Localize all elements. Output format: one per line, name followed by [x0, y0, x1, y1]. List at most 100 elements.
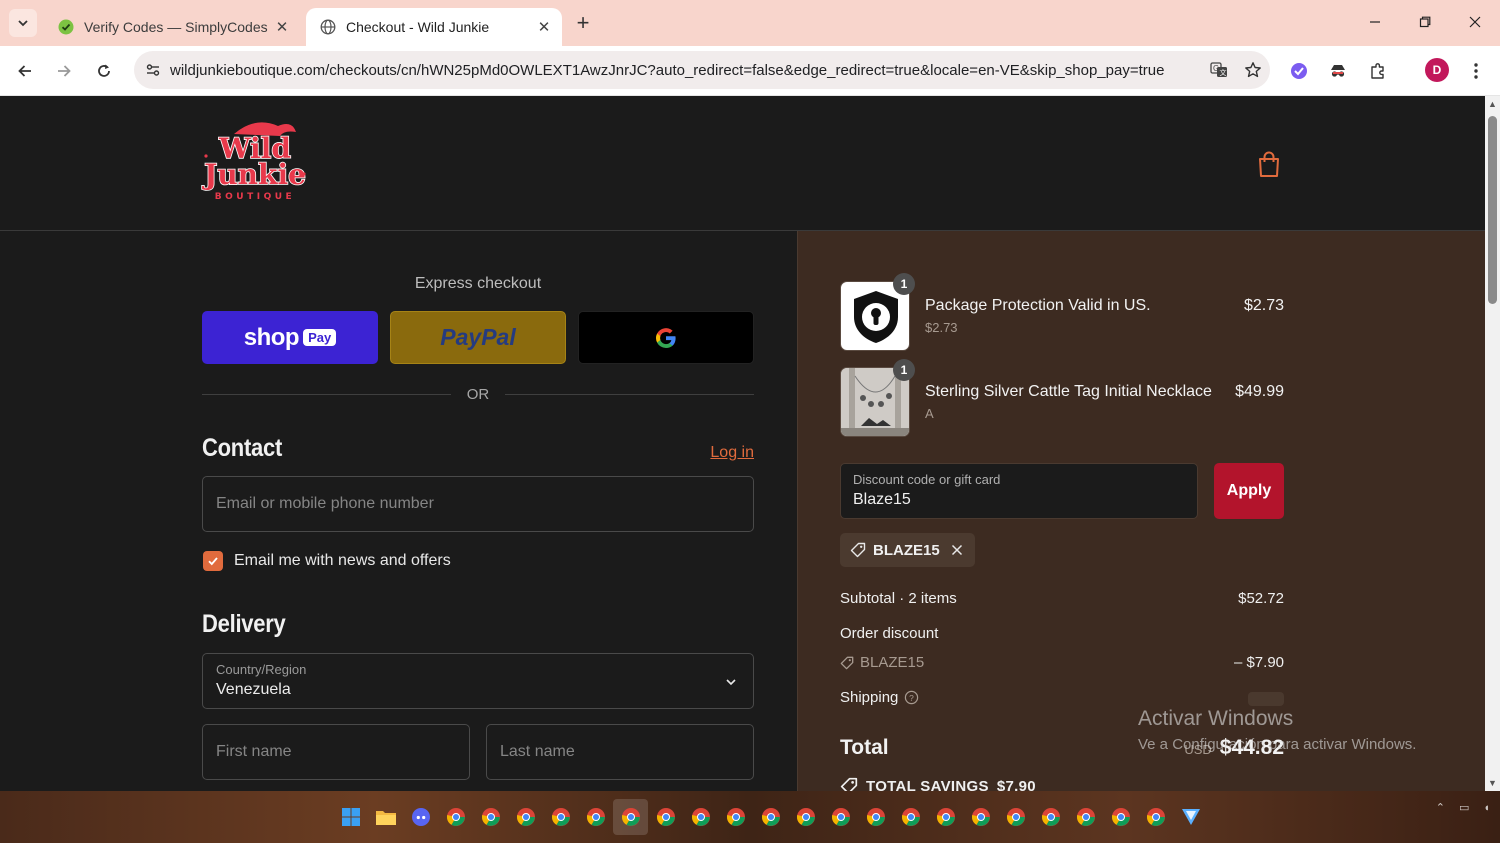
- tab-simplycodes[interactable]: Verify Codes — SimplyCodes ✕: [44, 8, 300, 46]
- extensions-puzzle-icon[interactable]: [1363, 56, 1393, 86]
- more-menu-icon[interactable]: [1461, 56, 1491, 86]
- news-checkbox[interactable]: [203, 551, 223, 571]
- email-placeholder: Email or mobile phone number: [216, 495, 434, 512]
- chrome-window-icon[interactable]: [648, 799, 683, 835]
- extension-incognito-icon[interactable]: [1323, 56, 1353, 86]
- chrome-window-icon[interactable]: [683, 799, 718, 835]
- chrome-window-icon[interactable]: [1033, 799, 1068, 835]
- first-name-placeholder: First name: [216, 743, 292, 760]
- login-link[interactable]: Log in: [710, 444, 754, 462]
- store-header: Wild Junkie BOUTIQUE: [0, 96, 1485, 231]
- svg-text:文: 文: [1220, 68, 1227, 77]
- chrome-window-icon[interactable]: [1103, 799, 1138, 835]
- shop-pay-wordmark: shop: [243, 323, 300, 351]
- chrome-window-icon[interactable]: [718, 799, 753, 835]
- reload-button[interactable]: [89, 56, 119, 86]
- forward-button[interactable]: [49, 56, 79, 86]
- scroll-down-arrow-icon[interactable]: ▼: [1487, 778, 1498, 789]
- chrome-window-icon[interactable]: [788, 799, 823, 835]
- tray-chevron-icon[interactable]: ⌃: [1436, 801, 1445, 814]
- profile-avatar[interactable]: D: [1425, 58, 1449, 82]
- close-window-button[interactable]: [1450, 0, 1500, 44]
- google-g-icon: [656, 327, 676, 348]
- last-name-placeholder: Last name: [500, 743, 575, 760]
- chrome-window-icon[interactable]: [823, 799, 858, 835]
- remove-code-icon[interactable]: [951, 544, 963, 556]
- email-field[interactable]: Email or mobile phone number: [202, 476, 754, 532]
- help-circle-icon[interactable]: ?: [904, 690, 919, 705]
- news-checkbox-row[interactable]: Email me with news and offers: [203, 551, 451, 571]
- discount-field-label: Discount code or gift card: [853, 472, 1001, 487]
- chrome-window-icon[interactable]: [1068, 799, 1103, 835]
- tab-search-button[interactable]: [9, 9, 37, 37]
- chrome-window-icon[interactable]: [1138, 799, 1173, 835]
- shop-pay-button[interactable]: shop Pay: [202, 311, 378, 364]
- url-text[interactable]: wildjunkieboutique.com/checkouts/cn/hWN2…: [170, 62, 1202, 79]
- discount-code-field[interactable]: Discount code or gift card Blaze15: [840, 463, 1198, 519]
- close-icon: [1469, 16, 1481, 28]
- extension-simplycodes-icon[interactable]: [1284, 56, 1314, 86]
- restore-button[interactable]: [1400, 0, 1450, 44]
- vpn-app-icon[interactable]: [1173, 799, 1208, 835]
- shop-pay-badge: Pay: [303, 329, 337, 346]
- subtotal-label: Subtotal · 2 items: [840, 590, 957, 607]
- network-icon[interactable]: ▭: [1459, 801, 1469, 814]
- minimize-button[interactable]: [1350, 0, 1400, 44]
- close-tab-icon[interactable]: ✕: [536, 19, 552, 36]
- svg-text:Junkie: Junkie: [201, 158, 306, 191]
- tag-icon: [840, 656, 854, 669]
- scroll-up-arrow-icon[interactable]: ▲: [1487, 99, 1498, 110]
- chrome-window-icon[interactable]: [998, 799, 1033, 835]
- apply-button[interactable]: Apply: [1214, 463, 1284, 519]
- chrome-window-icon[interactable]: [963, 799, 998, 835]
- back-button[interactable]: [10, 56, 40, 86]
- close-tab-icon[interactable]: ✕: [274, 19, 290, 36]
- first-name-field[interactable]: First name: [202, 724, 470, 780]
- chrome-window-icon[interactable]: [438, 799, 473, 835]
- shipping-row: Shipping ?: [840, 689, 1284, 706]
- svg-text:BOUTIQUE: BOUTIQUE: [215, 192, 295, 202]
- google-pay-button[interactable]: [578, 311, 754, 364]
- last-name-field[interactable]: Last name: [486, 724, 754, 780]
- chrome-window-icon[interactable]: [858, 799, 893, 835]
- chrome-window-icon[interactable]: [508, 799, 543, 835]
- country-select[interactable]: Country/Region Venezuela: [202, 653, 754, 709]
- start-windows-icon[interactable]: [333, 799, 368, 835]
- or-divider: OR: [202, 384, 754, 404]
- item-variant: $2.73: [925, 320, 958, 335]
- tab-strip: Verify Codes — SimplyCodes ✕ Checkout - …: [0, 0, 1500, 46]
- total-savings: TOTAL SAVINGS $7.90: [840, 777, 1036, 791]
- translate-icon[interactable]: G文: [1202, 53, 1236, 87]
- discord-icon[interactable]: [403, 799, 438, 835]
- volume-icon[interactable]: ◖: [1483, 802, 1490, 814]
- bookmark-star-icon[interactable]: [1236, 53, 1270, 87]
- subtotal-value: $52.72: [1238, 590, 1284, 607]
- subtotal-row: Subtotal · 2 items $52.72: [840, 590, 1284, 607]
- item-price: $49.99: [1235, 383, 1284, 400]
- savings-tag-icon: [840, 777, 858, 791]
- chrome-window-icon[interactable]: [893, 799, 928, 835]
- system-tray: ⌃ ▭ ◖: [1436, 801, 1490, 815]
- paypal-button[interactable]: PayPal: [390, 311, 566, 364]
- chrome-window-icon[interactable]: [613, 799, 648, 835]
- address-bar[interactable]: wildjunkieboutique.com/checkouts/cn/hWN2…: [134, 51, 1270, 89]
- shopping-bag-icon[interactable]: [1256, 150, 1282, 178]
- globe-favicon: [320, 19, 336, 35]
- arrow-left-icon: [18, 65, 31, 77]
- site-info-icon[interactable]: [136, 53, 170, 87]
- savings-label: TOTAL SAVINGS: [866, 777, 989, 792]
- file-explorer-icon[interactable]: [368, 799, 403, 835]
- scrollbar-thumb[interactable]: [1488, 116, 1497, 304]
- chrome-window-icon[interactable]: [753, 799, 788, 835]
- reload-icon: [98, 64, 110, 77]
- chrome-window-icon[interactable]: [928, 799, 963, 835]
- country-label: Country/Region: [216, 662, 307, 677]
- chrome-window-icon[interactable]: [578, 799, 613, 835]
- chrome-window-icon[interactable]: [473, 799, 508, 835]
- page-scrollbar[interactable]: ▲ ▼: [1485, 96, 1500, 791]
- new-tab-button[interactable]: +: [570, 10, 596, 36]
- order-discount-row: Order discount: [840, 625, 1284, 642]
- store-logo[interactable]: Wild Junkie BOUTIQUE: [200, 116, 310, 208]
- tab-checkout[interactable]: Checkout - Wild Junkie ✕: [306, 8, 562, 46]
- chrome-window-icon[interactable]: [543, 799, 578, 835]
